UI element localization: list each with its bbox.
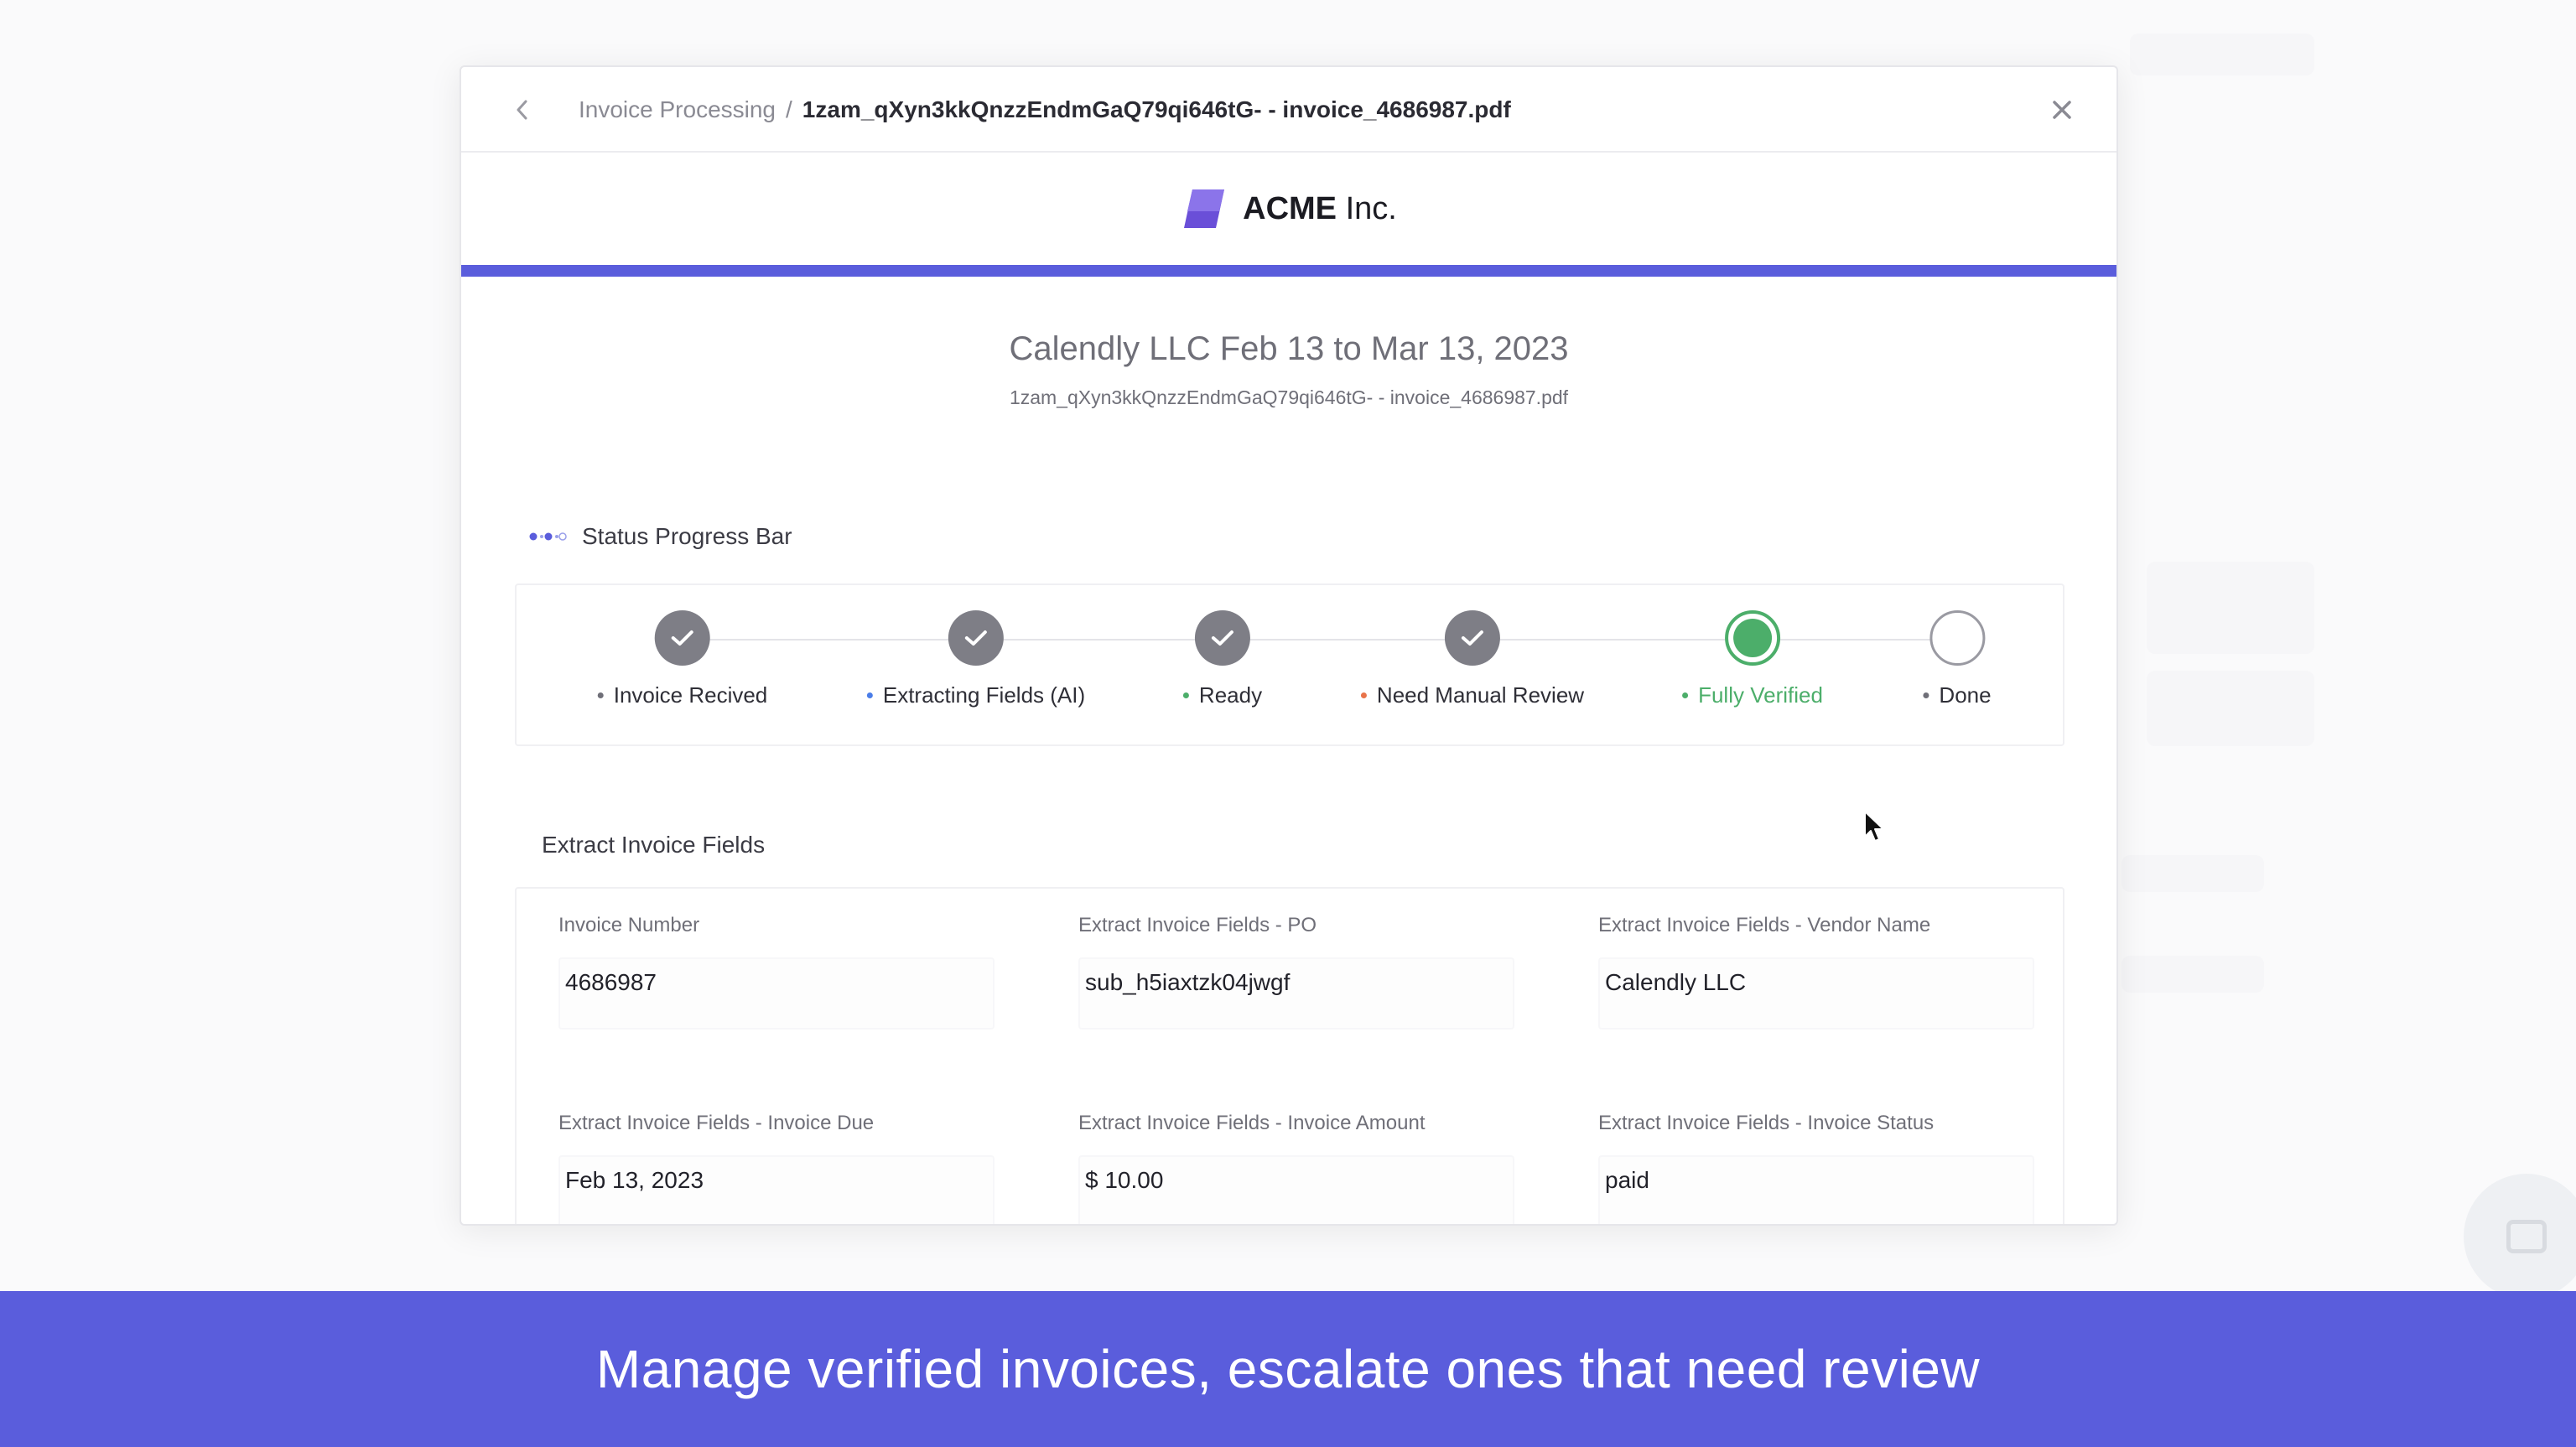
status-step-label: Done xyxy=(1923,682,1992,708)
status-dot-icon xyxy=(1360,692,1367,698)
status-step-text: Invoice Recived xyxy=(613,682,768,708)
status-dot-icon xyxy=(1682,692,1689,698)
caption-text: Manage verified invoices, escalate ones … xyxy=(595,1339,1981,1399)
invoice-field-value[interactable]: Calendly LLC xyxy=(1598,957,2034,1029)
status-step: Ready xyxy=(1182,610,1263,708)
status-section-heading: Status Progress Bar xyxy=(528,523,792,550)
status-step: Invoice Recived xyxy=(597,610,768,708)
invoice-field-label: Extract Invoice Fields - Vendor Name xyxy=(1598,914,1931,936)
document-filename: 1zam_qXyn3kkQnzzEndmGaQ79qi646tG- - invo… xyxy=(1009,386,1569,408)
breadcrumb-link-invoice-processing[interactable]: Invoice Processing xyxy=(579,96,776,123)
status-step: Fully Verified xyxy=(1682,610,1823,708)
status-step-text: Done xyxy=(1939,682,1992,708)
back-button[interactable] xyxy=(503,91,542,129)
invoice-field: Extract Invoice Fields - Vendor Name Cale… xyxy=(1598,914,2034,1029)
invoice-field: Extract Invoice Fields - Invoice Due Feb … xyxy=(558,1112,995,1224)
brand-name: ACME Inc. xyxy=(1243,191,1397,227)
breadcrumb-separator: / xyxy=(786,96,792,122)
invoice-fields-grid: Invoice Number 4686987 Extract Invoice Fie… xyxy=(515,887,2064,1224)
invoice-field-value[interactable]: paid xyxy=(1598,1155,2034,1224)
status-step-indicator xyxy=(1195,610,1250,666)
invoice-field-label: Extract Invoice Fields - Invoice Amount xyxy=(1078,1112,1426,1134)
checkmark-icon xyxy=(1461,630,1483,646)
invoice-field-value[interactable]: 4686987 xyxy=(558,957,995,1029)
status-progress-bar: Invoice Recived Extracting Fields (AI) Rea… xyxy=(515,583,2064,746)
invoice-field-label: Extract Invoice Fields - PO xyxy=(1078,914,1317,936)
status-step-label: Invoice Recived xyxy=(597,682,768,708)
brand-name-bold: ACME xyxy=(1243,190,1337,226)
accent-divider xyxy=(461,265,2116,277)
status-dot-icon xyxy=(597,692,604,698)
status-step: Extracting Fields (AI) xyxy=(866,610,1086,708)
modal-header: Invoice Processing / 1zam_qXyn3kkQnzzEnd… xyxy=(461,67,2116,153)
invoice-field-label: Invoice Number xyxy=(558,914,700,936)
status-step-label: Fully Verified xyxy=(1682,682,1823,708)
checkmark-icon xyxy=(1212,630,1233,646)
invoice-field: Extract Invoice Fields - PO sub_h5iaxtzk0… xyxy=(1078,914,1514,1029)
chat-icon xyxy=(2506,1220,2547,1253)
mouse-cursor-icon xyxy=(1864,811,1884,842)
fields-heading-text: Extract Invoice Fields xyxy=(542,832,766,858)
status-dot-icon xyxy=(1182,692,1189,698)
status-step-indicator xyxy=(654,610,710,666)
status-step-indicator xyxy=(948,610,1004,666)
breadcrumb-current: 1zam_qXyn3kkQnzzEndmGaQ79qi646tG- - invo… xyxy=(802,96,1511,122)
status-step-text: Extracting Fields (AI) xyxy=(882,682,1086,708)
status-step: Done xyxy=(1923,610,1992,708)
caption-banner: Manage verified invoices, escalate ones … xyxy=(0,1291,2576,1447)
breadcrumb: Invoice Processing / 1zam_qXyn3kkQnzzEnd… xyxy=(579,67,1511,153)
fields-section-heading: Extract Invoice Fields xyxy=(542,832,765,858)
invoice-field: Invoice Number 4686987 xyxy=(558,914,995,1029)
status-heading-text: Status Progress Bar xyxy=(582,523,792,549)
invoice-field-label: Extract Invoice Fields - Invoice Due xyxy=(558,1112,875,1134)
status-dot-icon xyxy=(866,692,873,698)
brand-header: ACME Inc. xyxy=(461,153,2116,265)
status-step: Need Manual Review xyxy=(1360,610,1585,708)
progress-dots-icon xyxy=(529,532,567,541)
invoice-field-value[interactable]: $ 10.00 xyxy=(1078,1155,1514,1224)
status-step-text: Need Manual Review xyxy=(1376,682,1585,708)
status-step-indicator xyxy=(1444,610,1500,666)
status-step-label: Extracting Fields (AI) xyxy=(866,682,1086,708)
invoice-field-value[interactable]: sub_h5iaxtzk04jwgf xyxy=(1078,957,1514,1029)
close-icon xyxy=(2053,101,2071,119)
status-step-text: Ready xyxy=(1198,682,1263,708)
checkmark-icon xyxy=(671,630,693,646)
brand-name-rest: Inc. xyxy=(1337,190,1397,226)
invoice-field-value[interactable]: Feb 13, 2023 xyxy=(558,1155,995,1224)
status-step-label: Need Manual Review xyxy=(1360,682,1585,708)
close-button[interactable] xyxy=(2043,91,2081,129)
invoice-modal: Invoice Processing / 1zam_qXyn3kkQnzzEnd… xyxy=(460,65,2118,1226)
status-step-indicator xyxy=(1929,610,1985,666)
status-dot-icon xyxy=(1923,692,1929,698)
invoice-field: Extract Invoice Fields - Invoice Amount $… xyxy=(1078,1112,1514,1224)
checkmark-icon xyxy=(964,630,987,646)
status-step-indicator xyxy=(1725,610,1780,666)
status-step-text: Fully Verified xyxy=(1698,682,1823,708)
chevron-left-icon xyxy=(517,100,527,120)
active-step-dot xyxy=(1733,619,1772,657)
status-step-label: Ready xyxy=(1182,682,1263,708)
invoice-field: Extract Invoice Fields - Invoice Status p… xyxy=(1598,1112,2034,1224)
document-title: Calendly LLC Feb 13 to Mar 13, 2023 xyxy=(1009,330,1569,367)
acme-logo-icon xyxy=(1184,189,1225,228)
invoice-field-label: Extract Invoice Fields - Invoice Status xyxy=(1598,1112,1935,1134)
